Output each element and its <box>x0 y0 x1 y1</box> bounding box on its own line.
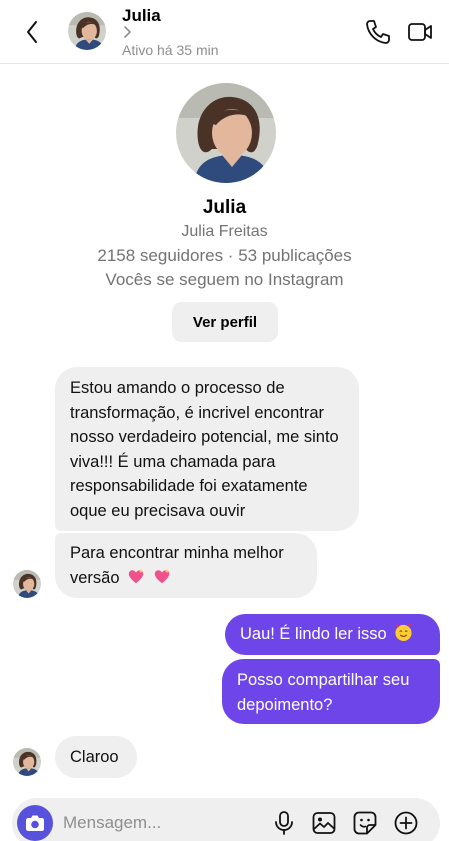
message-text: Para encontrar minha melhor versão <box>70 544 284 587</box>
mutual-follow-note: Vocês se seguem no Instagram <box>105 270 344 289</box>
video-camera-icon[interactable] <box>406 18 434 46</box>
microphone-icon[interactable] <box>271 810 297 836</box>
sender-avatar[interactable] <box>13 570 41 598</box>
contact-name[interactable]: Julia <box>122 6 161 26</box>
camera-button[interactable] <box>17 805 53 841</box>
profile-username: Julia <box>202 197 247 218</box>
message-bubble[interactable]: Claroo <box>55 736 137 778</box>
message-text: Estou amando o processo de transformação… <box>70 379 339 520</box>
message-bubble[interactable]: Para encontrar minha melhor versão <box>55 533 317 598</box>
plus-circle-icon[interactable] <box>393 810 419 836</box>
sparkling-heart-emoji-icon <box>128 568 144 583</box>
profile-picture[interactable] <box>176 83 276 183</box>
smiling-face-with-hearts-emoji-icon <box>395 623 413 642</box>
chevron-right-icon[interactable] <box>122 25 132 39</box>
profile-full-name: Julia Freitas <box>181 223 268 240</box>
message-text: Posso compartilhar seu depoimento? <box>237 671 410 714</box>
message-bubble[interactable]: Uau! É lindo ler isso <box>225 614 440 655</box>
camera-icon <box>26 815 44 831</box>
sender-avatar[interactable] <box>13 748 41 776</box>
view-profile-button[interactable]: Ver perfil <box>172 302 278 342</box>
chat-header: Julia Ativo há 35 min <box>0 0 449 64</box>
message-text: Uau! É lindo ler isso <box>240 625 387 643</box>
back-arrow-icon[interactable] <box>18 14 46 50</box>
message-input[interactable] <box>63 811 253 835</box>
message-bubble[interactable]: Posso compartilhar seu depoimento? <box>222 659 440 724</box>
image-gallery-icon[interactable] <box>311 810 337 836</box>
sparkling-heart-emoji-icon <box>154 568 169 583</box>
message-composer <box>12 798 440 841</box>
profile-stats: 2158 seguidores · 53 publicações <box>97 246 352 265</box>
message-bubble[interactable]: Estou amando o processo de transformação… <box>55 367 359 531</box>
phone-icon[interactable] <box>364 18 392 46</box>
message-text: Claroo <box>70 748 119 766</box>
activity-status: Ativo há 35 min <box>122 42 219 58</box>
sticker-icon[interactable] <box>352 810 378 836</box>
avatar[interactable] <box>68 12 106 50</box>
